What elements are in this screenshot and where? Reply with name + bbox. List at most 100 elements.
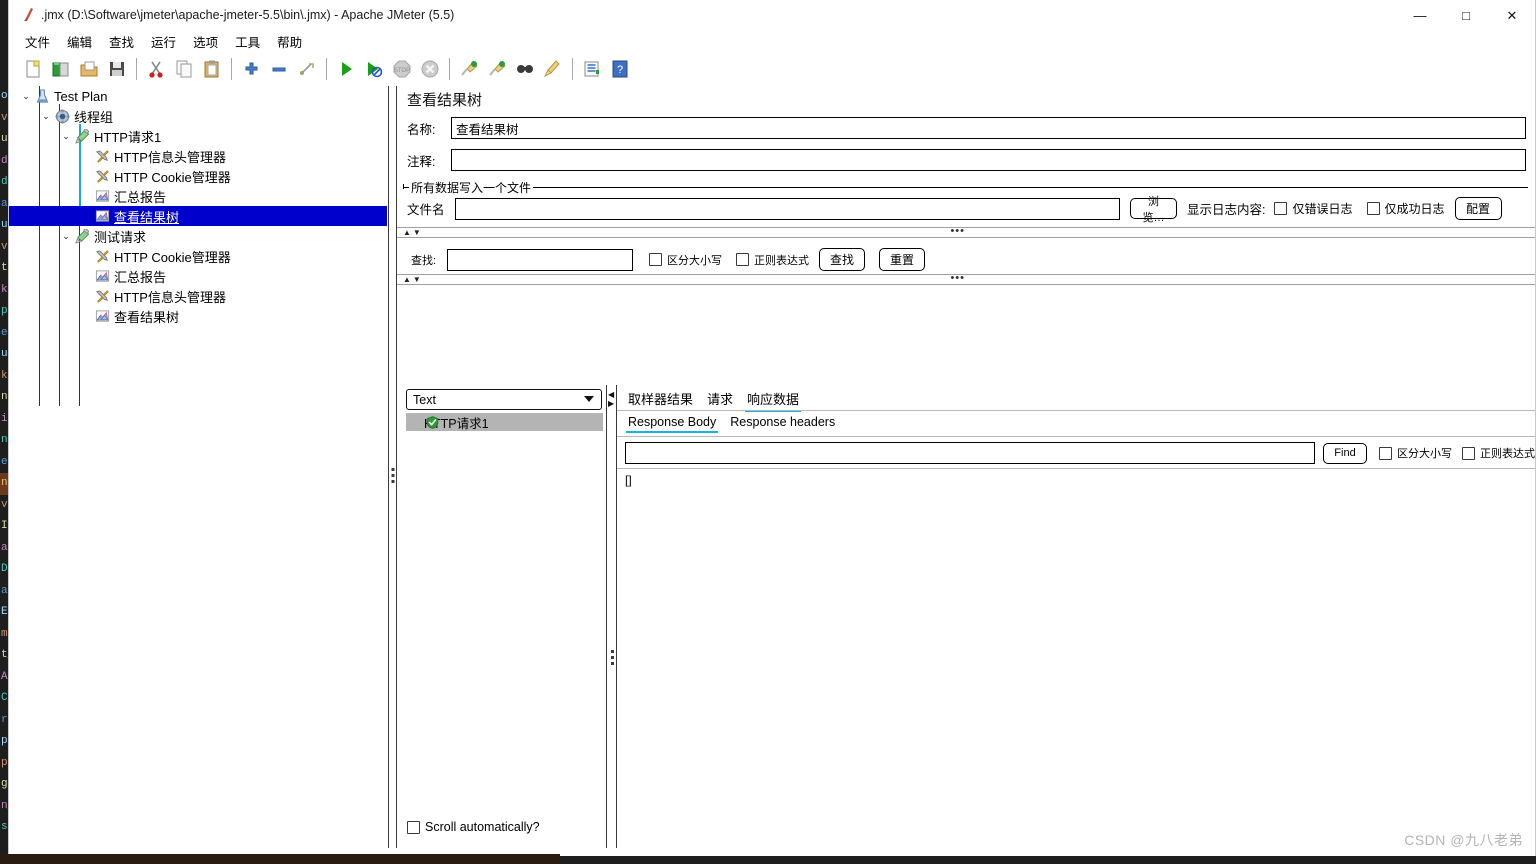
search-find-button[interactable]: 查找 [819, 248, 865, 271]
search-reset-button[interactable]: 重置 [879, 248, 925, 271]
splitter-right-arrow[interactable]: ▶ [608, 400, 614, 408]
horizontal-splitter-bottom[interactable]: ▲▼ ••• [397, 273, 1535, 285]
start-icon[interactable] [332, 55, 360, 83]
splitter-dots: ••• [950, 225, 965, 237]
success-only-label: 仅成功日志 [1384, 202, 1445, 216]
browse-button[interactable]: 浏览… [1130, 196, 1177, 224]
detail-case-sensitive-checkbox[interactable]: 区分大小写 [1379, 445, 1452, 461]
start-no-pauses-icon[interactable] [360, 55, 388, 83]
tree-node-11[interactable]: 查看结果树 [9, 306, 387, 326]
tree-node-2[interactable]: ⌄ HTTP请求1 [9, 126, 387, 146]
save-icon[interactable] [103, 55, 131, 83]
results-detail-splitter[interactable]: ◀ ▶ [606, 385, 617, 848]
tree-node-6[interactable]: 查看结果树 [9, 206, 387, 226]
name-row: 名称: [407, 117, 1527, 139]
clear-icon[interactable] [455, 55, 483, 83]
tree-node-1[interactable]: ⌄ 线程组 [9, 106, 387, 126]
svg-text:STOP: STOP [394, 68, 410, 74]
content-area: ⌄ Test Plan ⌄ 线程组 ⌄ HTTP请求1 HTTP信息头管理器 HTTP Coo… [9, 86, 1535, 848]
page-title: 查看结果树 [407, 92, 483, 109]
tree-node-10[interactable]: HTTP信息头管理器 [9, 286, 387, 306]
chevron-down-icon[interactable]: ⌄ [39, 111, 53, 122]
minimize-button[interactable]: — [1397, 0, 1443, 31]
new-icon[interactable] [19, 55, 47, 83]
listener-config-panel: 查看结果树 名称: 注释: 所有数据写入一个文件 文件名 浏览… 显示 [397, 86, 1535, 848]
search-case-sensitive-label: 区分大小写 [667, 254, 722, 267]
renderer-select[interactable]: Text [406, 389, 602, 410]
config-element-icon [93, 169, 112, 184]
chevron-down-icon[interactable]: ⌄ [59, 131, 73, 142]
errors-only-checkbox[interactable]: 仅错误日志 [1274, 200, 1353, 217]
tab-sub-tabs-1[interactable]: Response headers [723, 413, 842, 433]
detail-regex-checkbox[interactable]: 正则表达式 [1462, 445, 1535, 461]
tab-main-tabs-2[interactable]: 响应数据 [740, 387, 806, 412]
test-plan-tree[interactable]: ⌄ Test Plan ⌄ 线程组 ⌄ HTTP请求1 HTTP信息头管理器 HTTP Coo… [9, 86, 388, 848]
search-icon[interactable] [511, 55, 539, 83]
expand-all-icon[interactable] [237, 55, 265, 83]
maximize-button[interactable]: □ [1443, 0, 1489, 31]
templates-icon[interactable] [47, 55, 75, 83]
toggle-icon[interactable] [293, 55, 321, 83]
response-body-content: [] [625, 473, 632, 487]
tree-node-8[interactable]: HTTP Cookie管理器 [9, 246, 387, 266]
menu-item-2[interactable]: 查找 [101, 31, 142, 52]
result-list-item[interactable]: HTTP请求1 [406, 413, 603, 431]
clear-all-icon[interactable] [483, 55, 511, 83]
main-vertical-splitter[interactable] [388, 86, 397, 848]
help-icon[interactable]: ? [606, 55, 634, 83]
menu-bar: 文件 编辑 查找 运行 选项 工具 帮助 [9, 31, 1535, 52]
search-case-sensitive-checkbox[interactable]: 区分大小写 [649, 252, 722, 268]
configure-button[interactable]: 配置 [1454, 197, 1502, 220]
desktop-bottom-bar-accent [0, 854, 560, 864]
tree-node-7[interactable]: ⌄ 测试请求 [9, 226, 387, 246]
scroll-automatically-label: Scroll automatically? [425, 820, 540, 834]
shutdown-icon[interactable] [416, 55, 444, 83]
function-helper-icon[interactable] [578, 55, 606, 83]
tree-node-9[interactable]: 汇总报告 [9, 266, 387, 286]
http-sampler-icon [73, 228, 92, 244]
detail-sub-tabs: Response Body Response headers [621, 413, 842, 433]
listener-icon [93, 209, 112, 224]
reset-search-icon[interactable] [539, 55, 567, 83]
menu-item-4[interactable]: 选项 [185, 31, 226, 52]
separator-5 [572, 57, 573, 80]
copy-icon[interactable] [170, 55, 198, 83]
name-input[interactable] [451, 117, 1526, 139]
menu-item-1[interactable]: 编辑 [59, 31, 100, 52]
menu-item-6[interactable]: 帮助 [269, 31, 310, 52]
close-button[interactable]: ✕ [1489, 0, 1535, 31]
splitter-arrows[interactable]: ▲▼ [403, 275, 423, 284]
tab-main-tabs-1[interactable]: 请求 [700, 387, 740, 412]
tab-sub-tabs-0[interactable]: Response Body [621, 413, 723, 433]
collapse-all-icon[interactable] [265, 55, 293, 83]
search-input[interactable] [447, 248, 633, 271]
tree-node-5[interactable]: 汇总报告 [9, 186, 387, 206]
menu-item-5[interactable]: 工具 [227, 31, 268, 52]
paste-icon[interactable] [198, 55, 226, 83]
menu-item-3[interactable]: 运行 [143, 31, 184, 52]
filename-label: 文件名 [407, 203, 445, 217]
chevron-down-icon[interactable]: ⌄ [59, 231, 73, 242]
splitter-arrows[interactable]: ▲▼ [403, 228, 423, 237]
cut-icon[interactable] [142, 55, 170, 83]
open-icon[interactable] [75, 55, 103, 83]
tab-main-tabs-0[interactable]: 取样器结果 [621, 387, 700, 412]
tab-divider [617, 410, 1535, 411]
success-only-checkbox[interactable]: 仅成功日志 [1366, 200, 1445, 217]
tree-node-label: HTTP信息头管理器 [114, 149, 226, 165]
horizontal-splitter-top[interactable]: ▲▼ ••• [397, 225, 1535, 238]
search-regex-checkbox[interactable]: 正则表达式 [736, 252, 809, 268]
tree-node-0[interactable]: ⌄ Test Plan [9, 86, 387, 106]
comment-input[interactable] [451, 149, 1526, 171]
detail-find-input[interactable] [625, 442, 1315, 464]
scroll-automatically-checkbox[interactable]: Scroll automatically? [407, 820, 540, 834]
tree-node-3[interactable]: HTTP信息头管理器 [9, 146, 387, 166]
splitter-left-arrow[interactable]: ◀ [608, 391, 614, 399]
tree-node-label: 线程组 [74, 109, 114, 125]
detail-find-button[interactable]: Find [1323, 442, 1367, 464]
stop-icon[interactable]: STOP [388, 55, 416, 83]
filename-input[interactable] [455, 197, 1120, 220]
chevron-down-icon[interactable]: ⌄ [19, 91, 33, 102]
menu-item-0[interactable]: 文件 [17, 31, 58, 52]
tree-node-4[interactable]: HTTP Cookie管理器 [9, 166, 387, 186]
